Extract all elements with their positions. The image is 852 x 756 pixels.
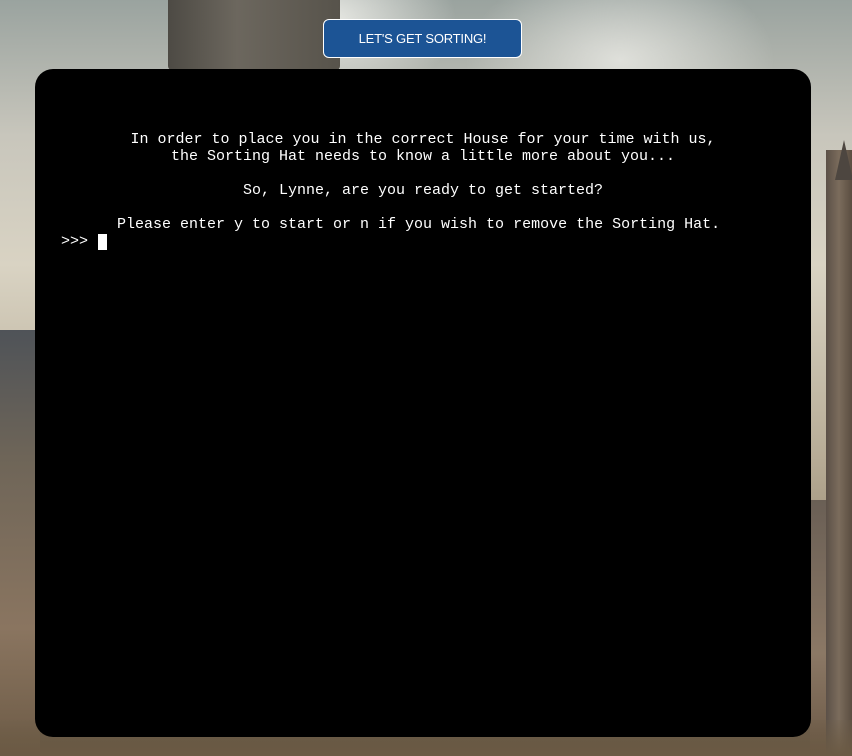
lets-get-sorting-button[interactable]: LET'S GET SORTING! — [323, 19, 522, 58]
terminal-instruction: Please enter y to start or n if you wish… — [117, 216, 721, 233]
terminal-cursor[interactable] — [98, 233, 108, 250]
terminal-intro-line-1: In order to place you in the correct Hou… — [130, 131, 716, 148]
terminal-prompt: >>> — [61, 233, 89, 250]
castle-spire-roof-image — [835, 140, 852, 180]
terminal-window[interactable]: In order to place you in the correct Hou… — [35, 69, 811, 737]
castle-wall-image — [0, 330, 40, 756]
terminal-input-row[interactable]: >>> — [61, 233, 108, 250]
terminal-intro-line-2: the Sorting Hat needs to know a little m… — [170, 148, 676, 165]
castle-tower-image — [168, 0, 340, 70]
castle-spire-tower-image — [826, 150, 852, 756]
terminal-question: So, Lynne, are you ready to get started? — [242, 182, 604, 199]
